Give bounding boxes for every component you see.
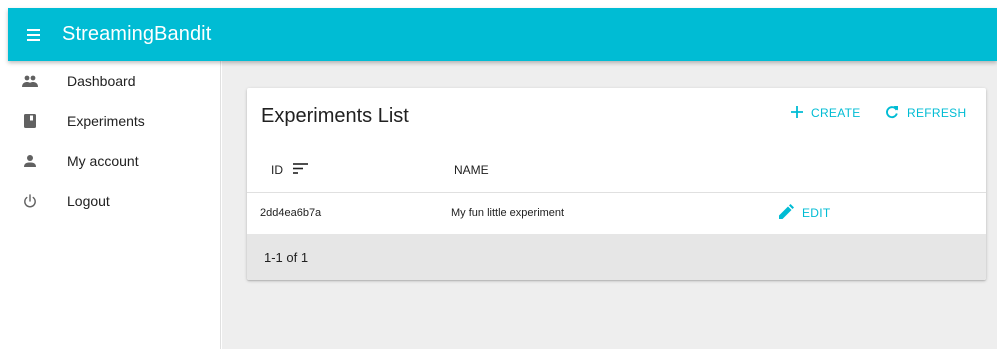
cell-id: 2dd4ea6b7a	[260, 207, 322, 219]
app-title: StreamingBandit	[62, 23, 212, 45]
sidebar-item-label: Experiments	[67, 113, 145, 129]
main-content: Experiments List CREATE REFRESH ID NAME …	[222, 61, 997, 349]
app-bar: StreamingBandit	[8, 8, 997, 61]
cell-name: My fun little experiment	[451, 207, 565, 219]
edit-button[interactable]: EDIT	[779, 203, 831, 223]
sidebar-item-logout[interactable]: Logout	[8, 181, 220, 221]
sort-icon	[293, 163, 308, 177]
column-header-id[interactable]: ID	[271, 163, 308, 177]
sidebar-item-label: Dashboard	[67, 73, 136, 89]
power-icon	[22, 193, 38, 209]
pencil-icon	[779, 204, 794, 222]
column-header-name: NAME	[454, 163, 489, 177]
sidebar-item-dashboard[interactable]: Dashboard	[8, 61, 220, 101]
sidebar-item-label: Logout	[67, 193, 110, 209]
create-button[interactable]: CREATE	[791, 102, 861, 124]
sidebar-item-my-account[interactable]: My account	[8, 141, 220, 181]
sidebar-item-label: My account	[67, 153, 139, 169]
column-header-label: ID	[271, 163, 283, 177]
person-icon	[22, 153, 38, 169]
sidebar-item-experiments[interactable]: Experiments	[8, 101, 220, 141]
refresh-label: REFRESH	[907, 106, 967, 120]
table-footer: 1-1 of 1	[247, 234, 986, 280]
page-title: Experiments List	[261, 105, 409, 127]
people-icon	[22, 73, 38, 89]
table-row: 2dd4ea6b7a My fun little experiment EDIT	[247, 192, 986, 234]
menu-icon[interactable]	[26, 23, 50, 47]
refresh-icon	[885, 105, 899, 122]
refresh-button[interactable]: REFRESH	[885, 102, 966, 124]
pagination-text: 1-1 of 1	[264, 250, 309, 265]
column-header-label: NAME	[454, 163, 489, 177]
plus-icon	[791, 105, 803, 121]
sidebar: Dashboard Experiments My account Logout	[8, 61, 221, 349]
experiments-list-card: Experiments List CREATE REFRESH ID NAME …	[247, 88, 986, 280]
edit-label: EDIT	[802, 206, 831, 220]
book-icon	[22, 113, 38, 129]
create-label: CREATE	[811, 106, 861, 120]
